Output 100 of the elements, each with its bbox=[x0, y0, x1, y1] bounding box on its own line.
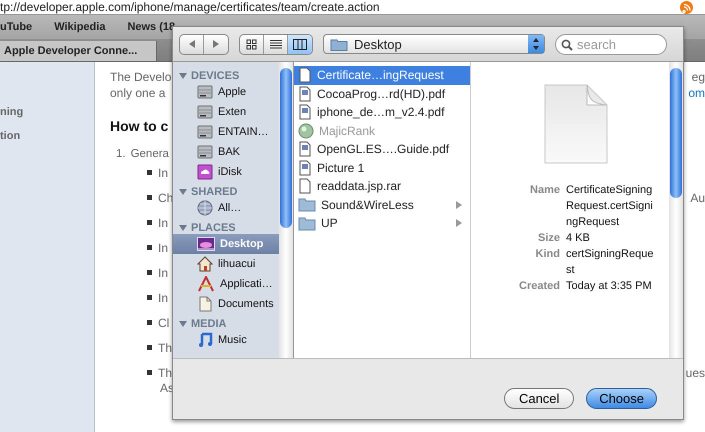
section-heading: How to c bbox=[110, 118, 168, 134]
sidebar-item[interactable]: BAK bbox=[173, 142, 279, 162]
bullet-icon bbox=[147, 245, 152, 250]
left-triangle-icon bbox=[186, 39, 196, 49]
bullet-text: ues bbox=[686, 366, 705, 380]
house-icon bbox=[197, 256, 213, 272]
columns-icon bbox=[293, 38, 307, 50]
sidebar-item[interactable]: Apple bbox=[173, 82, 279, 102]
address-bar[interactable]: tp://developer.apple.com/iphone/manage/certificates/team/create.action bbox=[0, 0, 705, 15]
desktop-icon bbox=[197, 237, 215, 251]
paragraph-text: only one a bbox=[110, 86, 166, 100]
text-link[interactable]: om bbox=[688, 86, 705, 100]
file-item[interactable]: Picture 1 bbox=[294, 158, 470, 177]
bullet-icon bbox=[147, 220, 152, 225]
sidebar-item[interactable]: Music bbox=[173, 330, 279, 350]
bullet-text: In bbox=[158, 266, 168, 280]
disclosure-triangle-icon bbox=[179, 188, 188, 196]
dialog-button[interactable]: Cancel bbox=[504, 388, 574, 409]
disclosure-triangle-icon bbox=[179, 320, 188, 328]
bullet-text: In bbox=[158, 216, 168, 230]
pencil-ruler-icon bbox=[197, 276, 215, 292]
document-icon bbox=[197, 296, 213, 312]
file-item[interactable]: iphone_de…m_v2.4.pdf bbox=[294, 103, 470, 122]
sidebar-item[interactable]: Exten bbox=[173, 102, 279, 122]
grid-icon bbox=[246, 38, 257, 50]
bullet-text: Cl bbox=[158, 316, 170, 330]
hard-drive-icon bbox=[197, 144, 213, 160]
info-label: Kind bbox=[534, 247, 560, 262]
info-value: 4 KB bbox=[566, 231, 591, 246]
file-item[interactable]: CocoaProg…rd(HD).pdf bbox=[294, 84, 470, 103]
hard-drive-icon bbox=[197, 104, 213, 120]
sidebar-item[interactable]: lihuacui bbox=[173, 254, 279, 274]
bullet-icon bbox=[147, 170, 152, 175]
bullet-text: Th bbox=[158, 366, 172, 380]
browser-tab[interactable]: Apple Developer Conne... bbox=[0, 41, 157, 61]
sidebar-item[interactable]: ENTAIN… bbox=[173, 122, 279, 142]
bullet-text: In bbox=[158, 166, 168, 180]
image-document-icon bbox=[298, 86, 312, 102]
file-item[interactable]: Sound&WireLess bbox=[294, 196, 470, 214]
sidebar-item[interactable]: Applicati… bbox=[173, 274, 279, 294]
bullet-icon bbox=[147, 370, 152, 375]
bullet-text: Th bbox=[158, 340, 172, 354]
bookmark-link[interactable]: uTube bbox=[0, 21, 32, 33]
step-number: 1. bbox=[116, 148, 126, 160]
scrollbar[interactable] bbox=[279, 62, 293, 358]
info-value: Today at 3:35 PM bbox=[566, 279, 653, 294]
image-document-icon bbox=[298, 160, 312, 176]
search-field[interactable]: search bbox=[555, 34, 667, 54]
bookmark-link[interactable]: Wikipedia bbox=[54, 21, 106, 33]
file-item[interactable]: UP bbox=[294, 214, 470, 232]
right-triangle-icon bbox=[456, 200, 462, 209]
document-icon bbox=[298, 178, 312, 194]
info-value: certSigningRequest bbox=[566, 247, 654, 278]
bullet-icon bbox=[147, 295, 152, 300]
document-icon bbox=[298, 67, 312, 84]
scrollbar[interactable] bbox=[669, 62, 683, 358]
up-down-arrows-icon bbox=[532, 37, 540, 51]
sidebar-item[interactable]: Documents bbox=[173, 294, 279, 314]
info-label: Name bbox=[529, 183, 560, 198]
bullet-text: In bbox=[158, 290, 168, 304]
sidebar-link[interactable]: tion bbox=[0, 130, 94, 142]
bullet-icon bbox=[147, 345, 152, 350]
image-document-icon bbox=[298, 104, 312, 120]
bullet-icon bbox=[147, 320, 152, 325]
bullet-text: Au bbox=[690, 190, 705, 204]
document-preview-icon bbox=[544, 84, 608, 164]
globe-icon bbox=[197, 200, 213, 216]
hard-drive-icon bbox=[197, 84, 213, 100]
bullet-icon bbox=[147, 195, 152, 200]
sidebar-link[interactable]: ning bbox=[0, 106, 94, 118]
right-triangle-icon bbox=[211, 39, 221, 49]
step-text: Genera bbox=[130, 148, 169, 160]
location-popup[interactable]: Desktop bbox=[323, 34, 545, 54]
address-text: tp://developer.apple.com/iphone/manage/certificates/team/create.action bbox=[0, 0, 380, 14]
info-label: Size bbox=[536, 231, 560, 246]
disclosure-triangle-icon bbox=[179, 72, 188, 80]
file-item[interactable]: Certificate…ingRequest bbox=[294, 66, 470, 84]
paragraph-text: eg bbox=[692, 70, 705, 84]
folder-icon bbox=[330, 37, 348, 51]
default-button[interactable]: Choose bbox=[586, 388, 657, 409]
right-triangle-icon bbox=[456, 219, 462, 228]
image-document-icon bbox=[298, 141, 312, 158]
info-label: Created bbox=[518, 279, 560, 294]
folder-icon bbox=[298, 197, 316, 212]
disclosure-triangle-icon bbox=[179, 224, 188, 232]
sidebar-item[interactable]: iDisk bbox=[173, 162, 279, 182]
bullet-icon bbox=[147, 270, 152, 275]
list-icon bbox=[270, 38, 282, 50]
hard-drive-icon bbox=[197, 124, 213, 140]
view-mode-button[interactable] bbox=[288, 34, 312, 54]
paragraph-text: The Develo bbox=[110, 70, 172, 84]
folder-icon bbox=[298, 216, 316, 231]
music-note-icon bbox=[197, 332, 213, 348]
sphere-icon bbox=[298, 122, 314, 139]
sidebar-item[interactable]: All… bbox=[173, 198, 279, 218]
file-item[interactable]: readdata.jsp.rar bbox=[294, 177, 470, 196]
info-value: CertificateSigningRequest.certSigningRequest bbox=[566, 183, 654, 230]
file-item[interactable]: OpenGL.ES….Guide.pdf bbox=[294, 140, 470, 158]
cloud-drive-icon bbox=[197, 164, 213, 180]
feed-icon[interactable] bbox=[680, 0, 693, 14]
